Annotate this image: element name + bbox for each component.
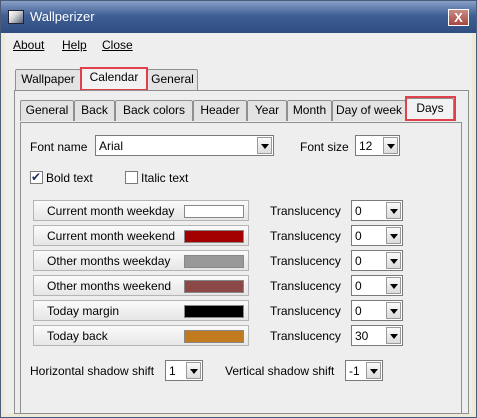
translucency-value: 0	[355, 254, 362, 268]
translucency-select-3[interactable]: 0	[351, 275, 403, 296]
vertical-shadow-select[interactable]: -1	[345, 360, 383, 381]
wallperizer-window: Wallperizer X About Help Close Wallpaper…	[0, 0, 477, 418]
color-button-2[interactable]: Other months weekday	[33, 250, 249, 271]
color-button-0[interactable]: Current month weekday	[33, 200, 249, 221]
tab-wallpaper[interactable]: Wallpaper	[15, 69, 81, 90]
tab-header[interactable]: Header	[193, 100, 247, 121]
color-swatch	[184, 305, 244, 318]
translucency-label: Translucency	[270, 304, 341, 318]
color-row-label: Other months weekend	[47, 279, 172, 293]
bold-text-label: Bold text	[46, 171, 93, 185]
close-window-button[interactable]: X	[448, 9, 469, 26]
chevron-down-icon	[186, 362, 201, 379]
tab-days[interactable]: Days	[406, 98, 454, 121]
font-name-value: Arial	[99, 139, 124, 153]
translucency-label: Translucency	[270, 329, 341, 343]
italic-text-checkbox[interactable]	[125, 171, 138, 184]
vertical-shadow-value: -1	[349, 364, 360, 378]
color-swatch	[184, 205, 244, 218]
font-name-select[interactable]: Arial	[95, 135, 274, 156]
translucency-value: 0	[355, 204, 362, 218]
translucency-select-4[interactable]: 0	[351, 300, 403, 321]
chevron-down-icon	[366, 362, 381, 379]
font-name-label: Font name	[30, 140, 88, 154]
menu-help[interactable]: Help	[62, 38, 87, 52]
chevron-down-icon	[386, 227, 401, 244]
checkmark-icon: ✔	[31, 170, 42, 184]
translucency-select-0[interactable]: 0	[351, 200, 403, 221]
color-button-1[interactable]: Current month weekend	[33, 225, 249, 246]
bold-text-checkbox[interactable]: ✔	[30, 170, 43, 184]
chevron-down-icon	[383, 137, 398, 154]
chevron-down-icon	[386, 327, 401, 344]
tab-back-colors[interactable]: Back colors	[115, 100, 193, 121]
menu-bar: About Help Close	[5, 33, 472, 57]
font-size-value: 12	[359, 139, 373, 153]
italic-text-label: Italic text	[141, 171, 189, 185]
color-swatch	[184, 280, 244, 293]
client-area: About Help Close Wallpaper Calendar Gene…	[5, 33, 472, 414]
title-bar[interactable]: Wallperizer X	[1, 1, 476, 33]
color-swatch	[184, 255, 244, 268]
color-row-label: Current month weekend	[47, 229, 176, 243]
vertical-shadow-label: Vertical shadow shift	[225, 364, 335, 378]
window-title: Wallperizer	[30, 9, 95, 24]
font-size-label: Font size	[300, 140, 349, 154]
color-button-3[interactable]: Other months weekend	[33, 275, 249, 296]
color-row-label: Today back	[47, 329, 108, 343]
menu-about[interactable]: About	[13, 38, 44, 52]
translucency-label: Translucency	[270, 204, 341, 218]
tab-general-main[interactable]: General	[147, 69, 198, 90]
horizontal-shadow-label: Horizontal shadow shift	[30, 364, 155, 378]
tab-general[interactable]: General	[20, 100, 74, 121]
translucency-value: 30	[355, 329, 369, 343]
translucency-select-2[interactable]: 0	[351, 250, 403, 271]
color-button-4[interactable]: Today margin	[33, 300, 249, 321]
menu-close[interactable]: Close	[102, 38, 133, 52]
translucency-value: 0	[355, 279, 362, 293]
color-row-label: Other months weekday	[47, 254, 171, 268]
color-swatch	[184, 230, 244, 243]
horizontal-shadow-value: 1	[169, 364, 176, 378]
translucency-select-1[interactable]: 0	[351, 225, 403, 246]
font-size-select[interactable]: 12	[355, 135, 400, 156]
color-row-label: Current month weekday	[47, 204, 175, 218]
chevron-down-icon	[386, 277, 401, 294]
translucency-select-5[interactable]: 30	[351, 325, 403, 346]
color-swatch	[184, 330, 244, 343]
tab-back[interactable]: Back	[74, 100, 115, 121]
color-button-5[interactable]: Today back	[33, 325, 249, 346]
chevron-down-icon	[257, 137, 272, 154]
app-icon	[8, 10, 24, 24]
translucency-label: Translucency	[270, 279, 341, 293]
translucency-label: Translucency	[270, 229, 341, 243]
translucency-value: 0	[355, 229, 362, 243]
tab-year[interactable]: Year	[247, 100, 287, 121]
color-row-label: Today margin	[47, 304, 120, 318]
tab-month[interactable]: Month	[287, 100, 332, 121]
tab-calendar[interactable]: Calendar	[81, 67, 147, 90]
horizontal-shadow-select[interactable]: 1	[165, 360, 203, 381]
translucency-value: 0	[355, 304, 362, 318]
chevron-down-icon	[386, 252, 401, 269]
tab-day-of-week[interactable]: Day of week	[332, 100, 406, 121]
translucency-label: Translucency	[270, 254, 341, 268]
chevron-down-icon	[386, 302, 401, 319]
chevron-down-icon	[386, 202, 401, 219]
